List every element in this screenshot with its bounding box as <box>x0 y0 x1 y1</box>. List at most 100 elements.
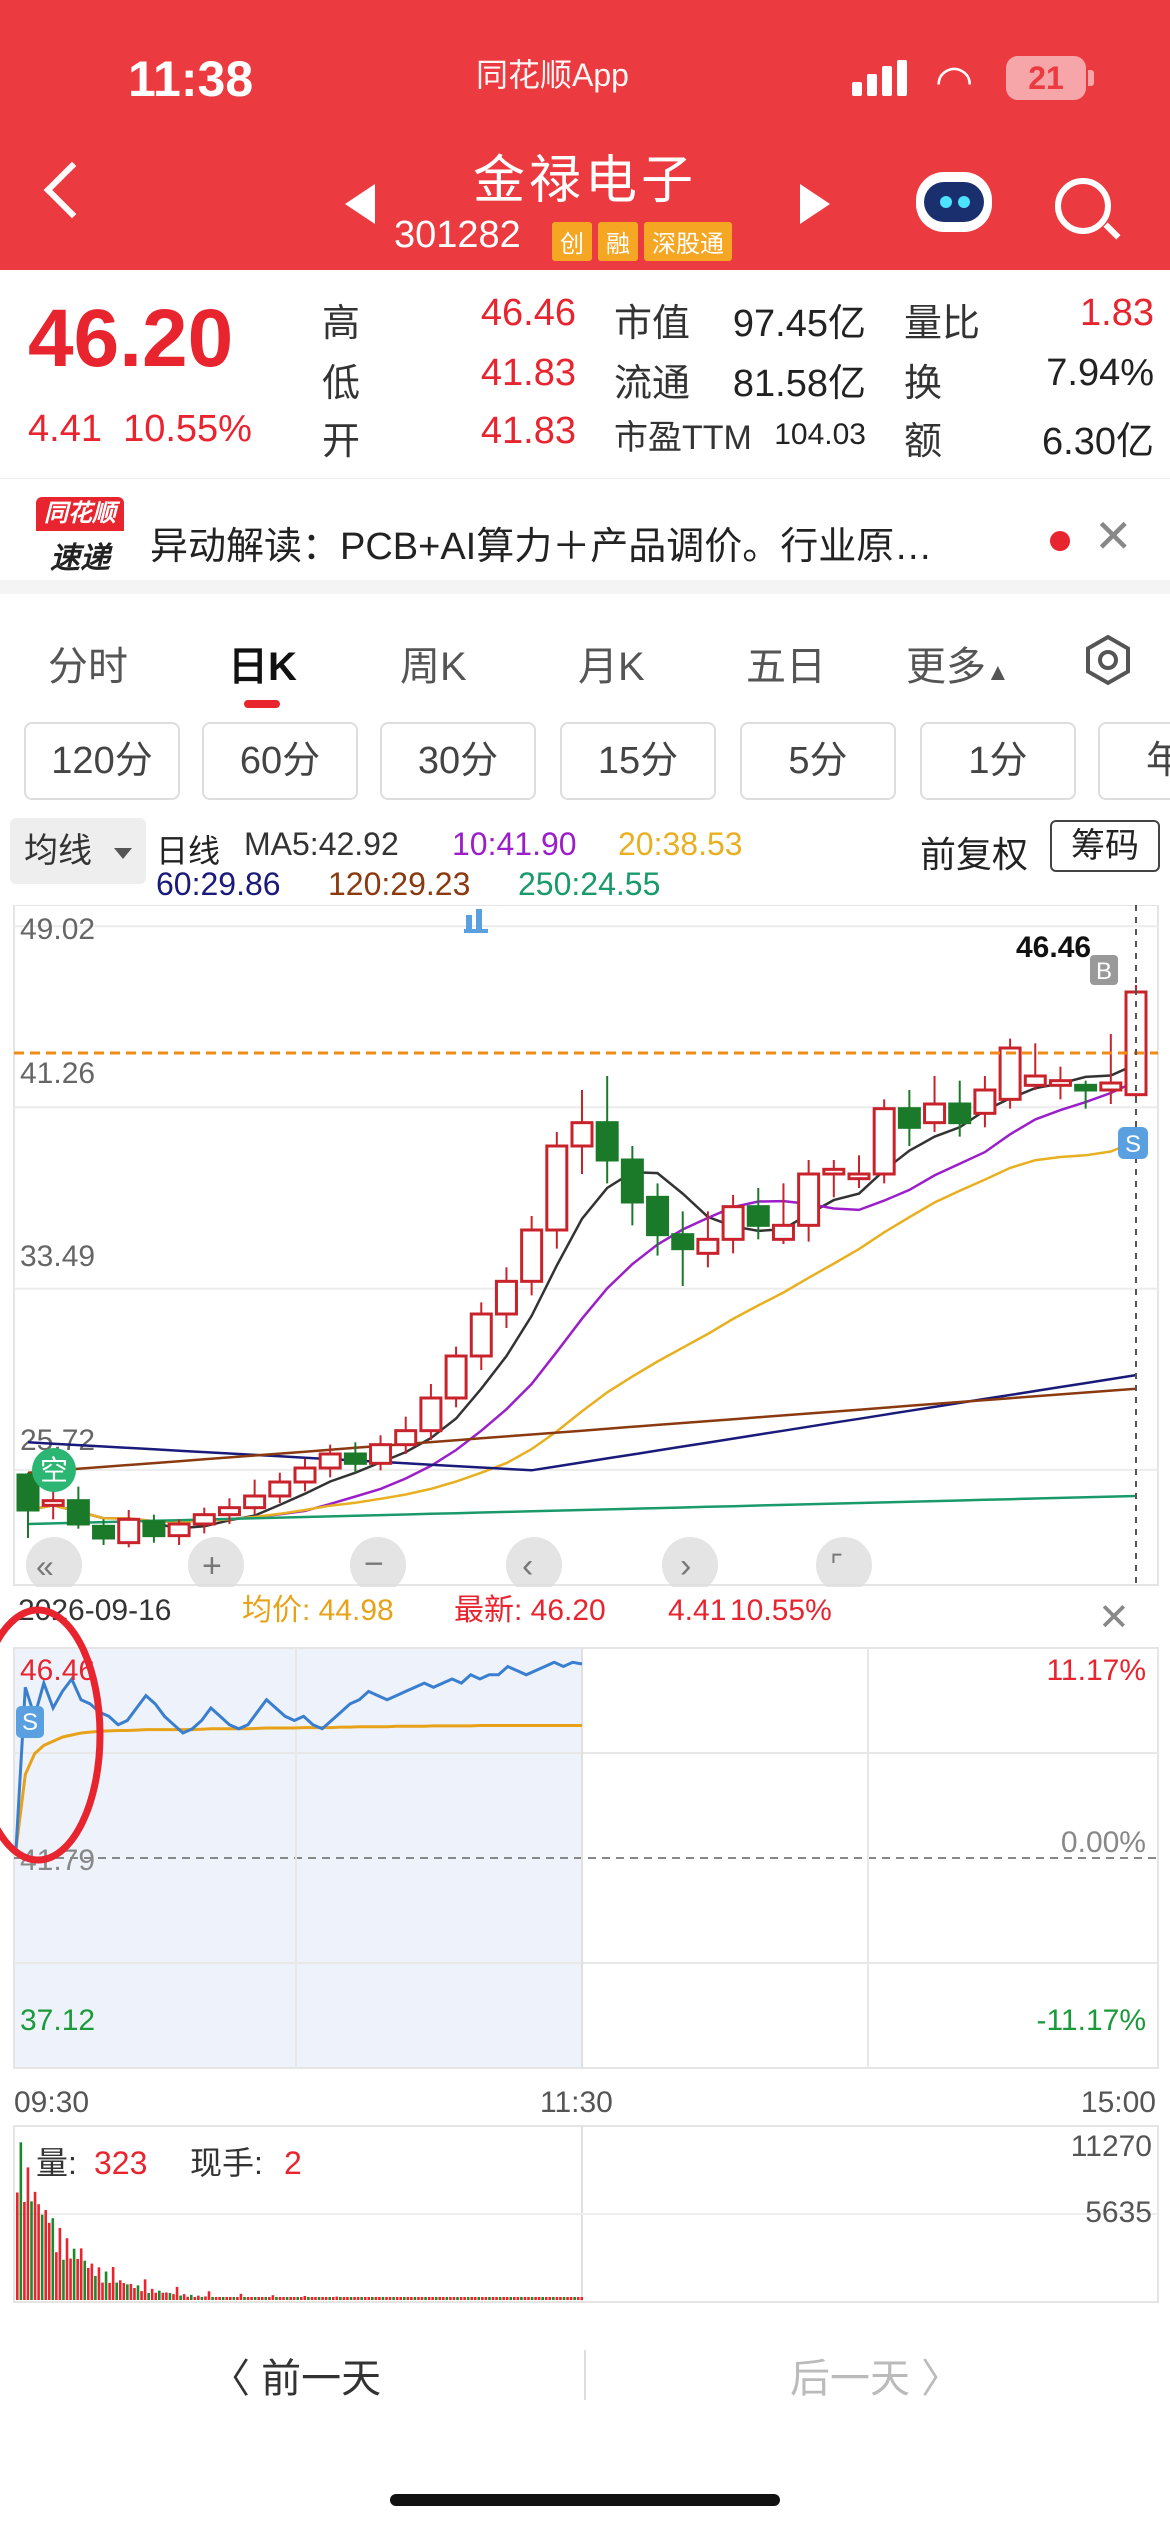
candle-body <box>142 1520 166 1538</box>
chip-button[interactable]: 筹码 <box>1050 820 1160 872</box>
candle-body <box>293 1466 317 1484</box>
volume-bar <box>65 2238 69 2300</box>
kline-chart[interactable]: 49.02 41.26 33.49 25.72 46.46 B S 空 « + … <box>0 904 1170 1593</box>
candle-body <box>1124 990 1148 1097</box>
search-icon[interactable] <box>1055 178 1111 234</box>
volume-bar <box>182 2294 186 2300</box>
tab-fenshi[interactable]: 分时 <box>48 634 128 692</box>
scroll-left-button[interactable] <box>506 1537 562 1593</box>
period-15min[interactable]: 15分 <box>560 722 716 800</box>
period-60min[interactable]: 60分 <box>202 722 358 800</box>
period-1min[interactable]: 1分 <box>920 722 1076 800</box>
volume-bar <box>534 2297 537 2300</box>
volume-bar <box>271 2295 275 2300</box>
volume-bar <box>193 2296 197 2300</box>
settings-icon[interactable] <box>1082 634 1134 686</box>
volume-bar <box>214 2297 218 2300</box>
high-label: 46.46 <box>1016 931 1091 964</box>
period-30min[interactable]: 30分 <box>380 722 536 800</box>
hand-value: 2 <box>284 2145 302 2181</box>
robot-assistant-icon[interactable] <box>916 172 992 232</box>
tag-sgt: 深股通 <box>644 222 732 261</box>
value-vol-ratio: 1.83 <box>1080 292 1154 334</box>
volume-bar <box>172 2294 175 2300</box>
period-5min[interactable]: 5分 <box>740 722 896 800</box>
svg-text:S: S <box>1125 1131 1141 1158</box>
volume-bar <box>140 2291 143 2300</box>
wifi-icon: ◠ <box>935 57 974 106</box>
tab-more[interactable]: 更多▲ <box>906 634 1010 692</box>
home-indicator <box>390 2494 780 2506</box>
volume-bar <box>559 2297 562 2300</box>
signal-icon <box>852 60 908 96</box>
intraday-latest-pct: 10.55% <box>730 1594 832 1627</box>
news-text[interactable]: 异动解读：PCB+AI算力＋产品调价。行业原… <box>150 515 932 570</box>
candle-body <box>973 1088 997 1115</box>
close-popup-icon[interactable]: ✕ <box>1098 1597 1130 1639</box>
volume-bar <box>207 2291 211 2300</box>
volume-bar <box>342 2297 346 2300</box>
svg-text:«: « <box>36 1548 54 1584</box>
volume-bar <box>275 2297 278 2300</box>
volume-bar <box>566 2297 569 2300</box>
volume-bar <box>371 2297 374 2300</box>
tab-weekly-k[interactable]: 周K <box>400 634 467 692</box>
y-tick-49: 49.02 <box>20 913 95 946</box>
volume-bar <box>23 2202 26 2300</box>
tab-five-day[interactable]: 五日 <box>746 634 826 692</box>
next-stock-icon[interactable] <box>800 184 830 224</box>
fuquan-toggle[interactable]: 前复权 <box>920 826 1028 878</box>
volume-bar <box>51 2218 55 2300</box>
volume-bar <box>246 2297 250 2300</box>
close-icon[interactable]: ✕ <box>1094 509 1133 563</box>
volume-bar <box>260 2297 264 2300</box>
candle-body <box>822 1167 846 1176</box>
stock-tags: 创 融 深股通 <box>552 222 732 261</box>
volume-bar <box>548 2297 552 2300</box>
volume-bar <box>136 2285 140 2300</box>
volume-bar <box>502 2297 505 2300</box>
candle-body <box>494 1279 518 1316</box>
volume-bar <box>410 2297 413 2300</box>
candle-body <box>318 1452 342 1470</box>
volume-bar <box>268 2297 271 2300</box>
prev-stock-icon[interactable] <box>345 184 375 224</box>
y-tick-41: 41.26 <box>20 1057 95 1090</box>
label-pe: 市盈TTM <box>614 419 752 457</box>
news-banner[interactable]: 同花顺 速递 异动解读：PCB+AI算力＋产品调价。行业原… ✕ <box>0 478 1170 594</box>
volume-bar <box>150 2288 154 2300</box>
prev-day-button[interactable]: 〈 前一天 <box>210 2346 381 2404</box>
ma-selector[interactable]: 均线 <box>10 818 146 884</box>
volume-bar <box>44 2210 47 2300</box>
unread-dot <box>1050 531 1070 551</box>
volume-bar <box>424 2297 427 2300</box>
volume-bar <box>129 2283 133 2300</box>
volume-bar <box>555 2297 559 2300</box>
period-year[interactable]: 年 <box>1098 722 1170 800</box>
volume-bar <box>576 2297 580 2300</box>
volume-bar <box>523 2297 527 2300</box>
volume-bar <box>569 2297 573 2300</box>
volume-bar <box>324 2297 328 2300</box>
label-amount: 额 <box>904 421 943 463</box>
svg-text:−: − <box>364 1545 384 1583</box>
volume-bar <box>126 2284 129 2300</box>
volume-bar <box>516 2297 520 2300</box>
candle-body <box>771 1223 795 1241</box>
vol-mid: 5635 <box>1085 2196 1152 2229</box>
volume-bar <box>505 2297 509 2300</box>
volume-bar <box>310 2297 314 2300</box>
value-high: 46.46 <box>480 292 576 334</box>
period-120min[interactable]: 120分 <box>24 722 180 800</box>
fullscreen-button[interactable] <box>816 1537 872 1593</box>
volume-bar <box>388 2297 392 2300</box>
volume-bar <box>33 2191 37 2300</box>
next-day-button[interactable]: 后一天 〉 <box>790 2346 961 2404</box>
intraday-chart[interactable]: 2026-09-16 均价: 44.98 最新: 46.20 4.41 10.5… <box>0 1590 1170 2310</box>
volume-bar <box>115 2282 118 2300</box>
volume-bar <box>417 2297 420 2300</box>
volume-value: 323 <box>94 2145 147 2181</box>
tag-rong: 融 <box>598 222 638 261</box>
tab-monthly-k[interactable]: 月K <box>578 634 645 692</box>
tab-daily-k[interactable]: 日K <box>228 634 297 692</box>
